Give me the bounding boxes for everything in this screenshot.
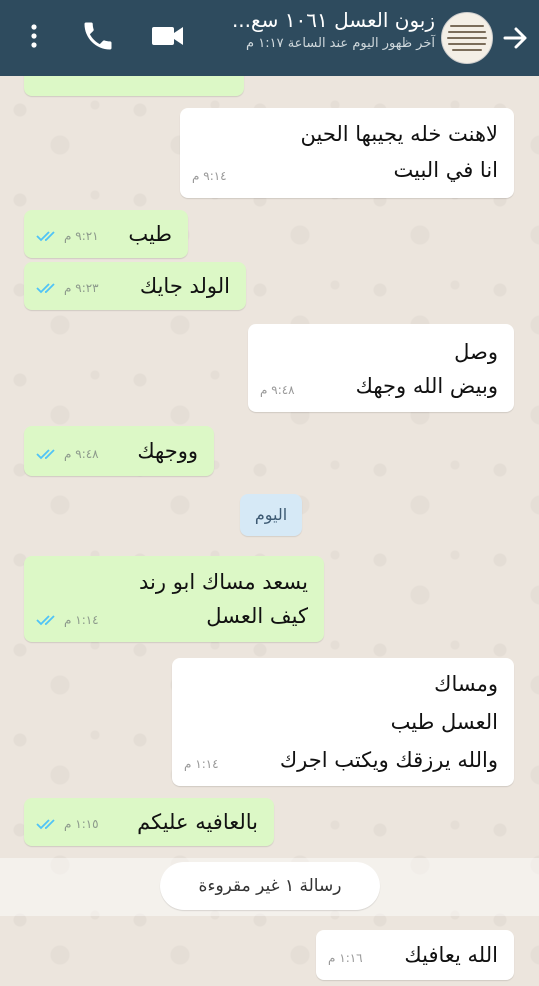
more-vertical-icon — [31, 24, 37, 48]
message-time: ٩:٤٨ م — [260, 383, 295, 397]
read-receipt-icon — [36, 819, 55, 830]
message-text-line: ووجهك — [137, 439, 198, 463]
message-bubble-outgoing[interactable]: يسعد مساك ابو رند كيف العسل ١:١٤ م — [24, 556, 324, 642]
message-bubble-outgoing[interactable]: طيب ٩:٢١ م — [24, 210, 188, 258]
message-text-line: كيف العسل — [206, 604, 308, 628]
arrow-right-icon — [503, 27, 527, 49]
message-bubble-incoming[interactable]: وصل وبيض الله وجهك ٩:٤٨ م — [248, 324, 514, 412]
message-bubble-outgoing[interactable]: بالعافيه عليكم ١:١٥ م — [24, 798, 274, 846]
phone-icon — [84, 22, 112, 50]
message-text-line: لاهنت خله يجيبها الحين — [300, 122, 499, 146]
message-text-line: الولد جايك — [139, 274, 230, 298]
more-options-button[interactable] — [24, 18, 44, 54]
message-text-line: انا في البيت — [393, 158, 499, 182]
unread-messages-divider: رسالة ١ غير مقروءة — [160, 862, 380, 910]
message-text-line: وبيض الله وجهك — [355, 374, 498, 398]
message-meta: ١:١٥ م — [36, 808, 99, 840]
message-text-line: الله يعافيك — [404, 943, 498, 967]
message-text-line: وصل — [454, 340, 498, 364]
last-seen-status: آخر ظهور اليوم عند الساعة ١:١٧ م — [246, 36, 435, 51]
message-time: ٩:٤٨ م — [64, 447, 99, 461]
message-time: ١:١٤ م — [64, 613, 99, 627]
read-receipt-icon — [36, 449, 55, 460]
message-bubble-incoming[interactable]: الله يعافيك ١:١٦ م — [316, 930, 514, 980]
chat-header: زبون العسل ١٠٦١ سع... آخر ظهور اليوم عند… — [0, 0, 539, 76]
message-bubble-incoming[interactable]: لاهنت خله يجيبها الحين انا في البيت ٩:١٤… — [180, 108, 514, 198]
date-divider: اليوم — [240, 494, 302, 536]
video-call-button[interactable] — [148, 18, 188, 54]
video-camera-icon — [152, 27, 183, 45]
message-text-line: بالعافيه عليكم — [137, 810, 258, 834]
message-time: ١:١٦ م — [328, 951, 363, 965]
read-receipt-icon — [36, 231, 55, 242]
message-meta: ٩:٢٣ م — [36, 272, 99, 304]
back-button[interactable] — [499, 18, 531, 58]
message-text-line: والله يرزقك ويكتب اجرك — [279, 748, 498, 772]
message-text-line: يسعد مساك ابو رند — [139, 570, 308, 594]
message-text-line: العسل طيب — [390, 710, 498, 734]
read-receipt-icon — [36, 615, 55, 626]
message-time: ٩:١٤ م — [192, 169, 227, 183]
message-meta: ٩:٤٨ م — [36, 438, 99, 470]
contact-avatar[interactable] — [441, 12, 493, 64]
message-text-line: طيب — [128, 222, 172, 246]
voice-call-button[interactable] — [80, 18, 116, 54]
message-meta: ٩:٢١ م — [36, 220, 99, 252]
contact-name: زبون العسل ١٠٦١ سع... — [231, 8, 435, 32]
message-time: ٩:٢١ م — [64, 229, 99, 243]
contact-info[interactable]: زبون العسل ١٠٦١ سع... آخر ظهور اليوم عند… — [155, 8, 435, 51]
read-receipt-icon — [36, 283, 55, 294]
message-time: ١:١٥ م — [64, 817, 99, 831]
message-text-line: ومساك — [434, 672, 498, 696]
message-meta: ١:١٤ م — [36, 604, 99, 636]
message-time: ١:١٤ م — [184, 757, 219, 771]
message-bubble-outgoing[interactable]: الولد جايك ٩:٢٣ م — [24, 262, 246, 310]
message-bubble-outgoing[interactable]: ووجهك ٩:٤٨ م — [24, 426, 214, 476]
message-bubble-incoming[interactable]: ومساك العسل طيب والله يرزقك ويكتب اجرك ١… — [172, 658, 514, 786]
message-time: ٩:٢٣ م — [64, 281, 99, 295]
